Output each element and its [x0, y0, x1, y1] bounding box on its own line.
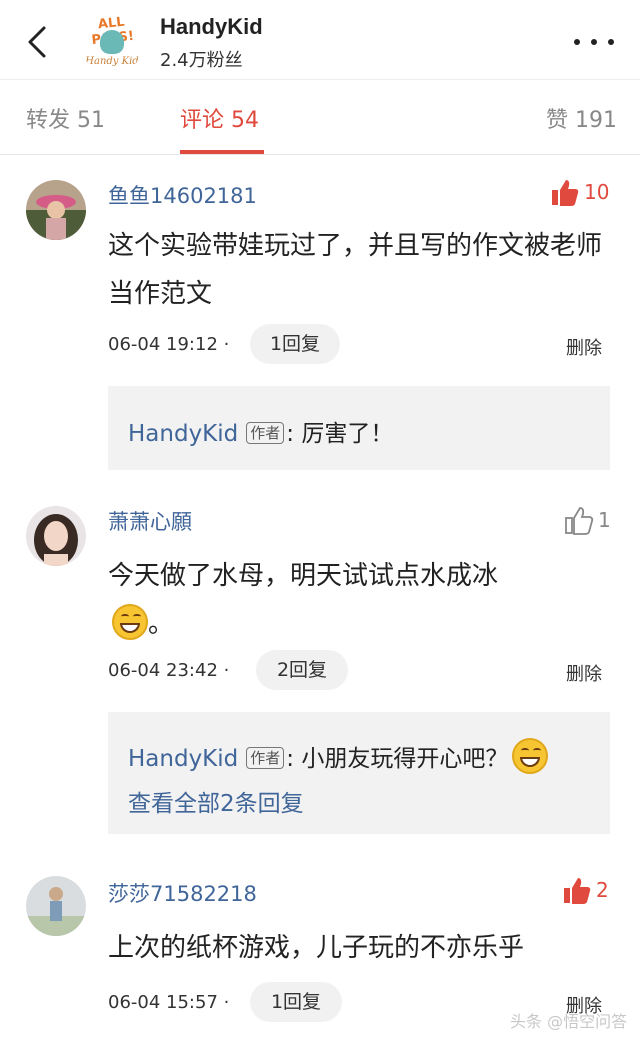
reply-preview[interactable]: HandyKid 作者: 厉害了！	[108, 386, 610, 470]
avatar-image	[26, 506, 86, 566]
avatar[interactable]	[26, 506, 86, 566]
avatar-image	[26, 180, 86, 240]
separator: ·	[223, 334, 230, 355]
comment-item: 萧萧心願 1 今天做了水母，明天试试点水成冰 。 06-04 23:42 · 2…	[0, 496, 640, 841]
avatar[interactable]	[26, 180, 86, 240]
comment-timestamp: 06-04 23:42 ·	[108, 660, 229, 681]
chevron-left-icon	[28, 26, 46, 58]
reply-line: HandyKid 作者: 厉害了！	[128, 414, 393, 448]
like-button[interactable]: 2	[562, 876, 616, 906]
reply-author[interactable]: HandyKid	[128, 421, 238, 447]
watermark: 头条 @悟空问答	[510, 1012, 628, 1031]
comment-item: 鱼鱼14602181 10 这个实验带娃玩过了，并且写的作文被老师当作范文 06…	[0, 170, 640, 480]
reply-author[interactable]: HandyKid	[128, 746, 238, 772]
reply-preview[interactable]: HandyKid 作者: 小朋友玩得开心吧？ 查看全部2条回复	[108, 712, 610, 834]
timestamp-text: 06-04 15:57	[108, 992, 218, 1013]
reply-line: HandyKid 作者: 小朋友玩得开心吧？	[128, 738, 549, 774]
account-logo[interactable]: ALL PASS! Handy Kid	[78, 10, 146, 72]
more-dot-icon	[608, 39, 614, 45]
comment-text: 这个实验带娃玩过了，并且写的作文被老师当作范文	[108, 231, 603, 309]
active-tab-indicator	[180, 150, 264, 154]
like-button[interactable]: 10	[550, 178, 614, 208]
header-bar: ALL PASS! Handy Kid HandyKid 2.4万粉丝	[0, 0, 640, 80]
comment-text-end: 。	[148, 609, 175, 639]
separator: ·	[223, 660, 230, 681]
reply-count-button[interactable]: 1回复	[250, 982, 342, 1022]
like-button[interactable]: 1	[564, 506, 616, 536]
thumbs-up-outline-icon	[565, 507, 594, 535]
avatar-image	[26, 876, 86, 936]
grin-emoji-icon	[512, 738, 549, 774]
hand-icon	[100, 30, 124, 54]
thumbs-up-filled-icon	[564, 878, 591, 904]
more-dot-icon	[574, 39, 580, 45]
like-count: 1	[598, 508, 611, 532]
like-count: 2	[596, 878, 609, 902]
tab-repost[interactable]: 转发 51	[26, 102, 105, 134]
more-dot-icon	[591, 39, 597, 45]
comment-text: 上次的纸杯游戏，儿子玩的不亦乐乎	[108, 933, 525, 963]
comment-username[interactable]: 鱼鱼14602181	[108, 180, 257, 210]
delete-button[interactable]: 删除	[566, 334, 602, 360]
tab-bar: 转发 51 评论 54 赞 191	[0, 80, 640, 155]
account-name[interactable]: HandyKid	[160, 14, 263, 40]
reply-count-button[interactable]: 1回复	[250, 324, 340, 364]
tab-comments[interactable]: 评论 54	[180, 102, 259, 134]
reply-text: : 小朋友玩得开心吧？	[286, 746, 509, 772]
timestamp-text: 06-04 19:12	[108, 334, 218, 355]
comment-text: 今天做了水母，明天试试点水成冰 。	[108, 552, 618, 648]
reply-count-button[interactable]: 2回复	[256, 650, 348, 690]
avatar[interactable]	[26, 876, 86, 936]
delete-button[interactable]: 删除	[566, 660, 602, 686]
reply-text: : 厉害了！	[286, 421, 394, 447]
thumbs-up-filled-icon	[552, 180, 579, 206]
comment-timestamp: 06-04 19:12 ·	[108, 334, 229, 355]
logo-bottom-text: Handy Kid	[85, 56, 139, 67]
view-all-replies-link[interactable]: 查看全部2条回复	[128, 784, 304, 818]
comment-username[interactable]: 萧萧心願	[108, 506, 192, 536]
separator: ·	[223, 992, 230, 1013]
fans-count: 2.4万粉丝	[160, 50, 243, 71]
comment-username[interactable]: 莎莎71582218	[108, 878, 257, 908]
author-badge: 作者	[246, 747, 285, 769]
timestamp-text: 06-04 23:42	[108, 660, 218, 681]
comment-text-line: 今天做了水母，明天试试点水成冰	[108, 561, 499, 591]
comment-timestamp: 06-04 15:57 ·	[108, 992, 229, 1013]
author-badge: 作者	[246, 422, 285, 444]
back-button[interactable]	[22, 22, 56, 62]
grin-emoji-icon	[112, 604, 148, 640]
like-count: 10	[584, 180, 610, 204]
more-button[interactable]	[572, 30, 616, 54]
tab-likes[interactable]: 赞 191	[546, 102, 617, 134]
